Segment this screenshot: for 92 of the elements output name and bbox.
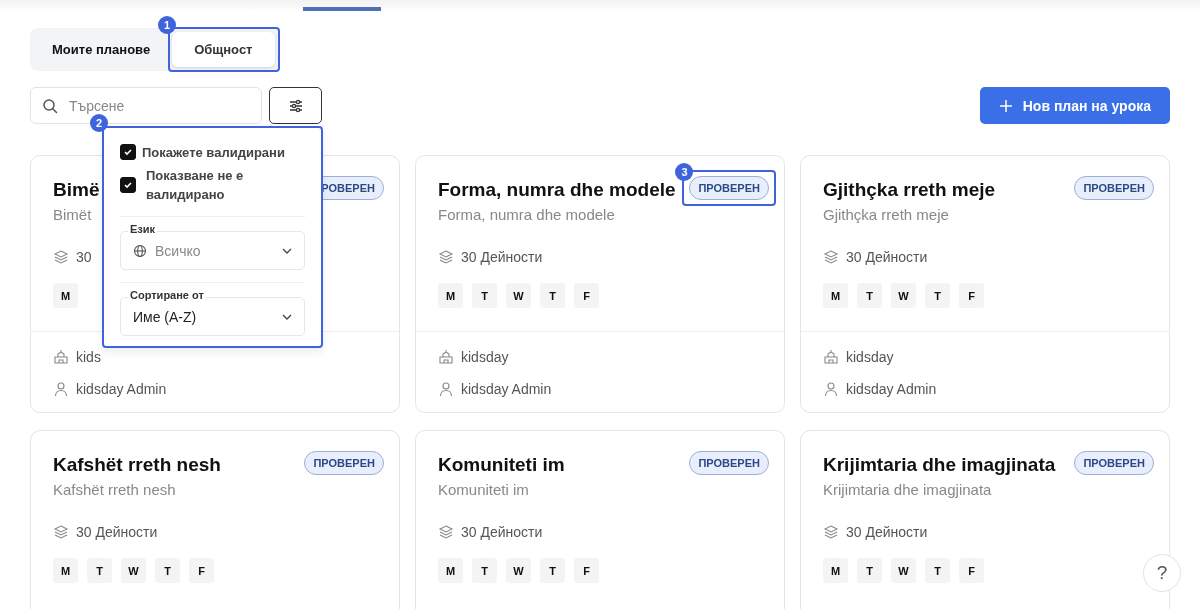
activity-count: 30 Дейности — [76, 524, 158, 540]
card-subtitle: Komuniteti im — [438, 481, 530, 498]
weekday-chip: F — [959, 283, 984, 308]
card-title: Krijimtaria dhe imagjinata — [823, 454, 1056, 476]
weekday-chip: T — [925, 558, 950, 583]
plus-icon — [998, 98, 1013, 113]
weekday-chip: M — [823, 283, 848, 308]
status-badge: ПРОВЕРЕН — [304, 451, 384, 475]
user-icon — [823, 381, 839, 397]
author-name: kidsday Admin — [846, 381, 937, 397]
weekday-chip: T — [87, 558, 112, 583]
lesson-plan-card[interactable]: Gjithçka rreth meje Gjithçka rreth meje ПРОВЕРЕН 30 Дейности M T W T F kidsday kidsday Admin — [800, 155, 1170, 413]
weekday-chip: F — [574, 558, 599, 583]
weekday-chip: T — [857, 283, 882, 308]
check-icon — [123, 180, 133, 190]
layers-icon — [823, 524, 839, 540]
card-subtitle: Gjithçka rreth meje — [823, 206, 950, 223]
new-plan-button[interactable]: Нов план на урока — [979, 87, 1170, 124]
globe-icon — [133, 243, 147, 258]
dropdown-label: Сортиране от — [128, 289, 206, 301]
checkbox[interactable] — [120, 144, 136, 160]
author-name: kidsday Admin — [76, 381, 167, 397]
status-badge: ПРОВЕРЕН — [689, 176, 769, 200]
checkbox-label: Покажете валидирани — [142, 144, 285, 160]
weekday-chip: T — [472, 283, 497, 308]
school-icon — [438, 349, 454, 365]
checkbox-label: Показване не е валидирано — [146, 167, 245, 204]
tab[interactable]: Общност — [172, 32, 275, 67]
layers-icon — [53, 524, 69, 540]
card-title: Forma, numra dhe modele — [438, 179, 676, 201]
weekday-chip: T — [472, 558, 497, 583]
organization-name: kidsday — [461, 349, 509, 365]
weekday-chip: M — [438, 283, 463, 308]
weekday-chip: M — [438, 558, 463, 583]
dropdown-value: Име (A-Z) — [133, 308, 198, 325]
weekday-chip: F — [959, 558, 984, 583]
lesson-plan-card[interactable]: Komuniteti im Komuniteti im ПРОВЕРЕН 30 Дейности M T W T F — [415, 430, 785, 609]
school-icon — [823, 349, 839, 365]
organization-name: kids — [76, 349, 101, 365]
tab[interactable]: Моите планове — [34, 32, 169, 67]
layers-icon — [438, 524, 454, 540]
status-badge: ПРОВЕРЕН — [689, 451, 769, 475]
weekday-chip: W — [506, 558, 531, 583]
lesson-plan-card[interactable]: Forma, numra dhe modele Forma, numra dhe modele ПРОВЕРЕН 3 30 Дейности M T W T F kidsday kidsday Admin — [415, 155, 785, 413]
weekday-chip: T — [155, 558, 180, 583]
weekday-chip: W — [891, 283, 916, 308]
weekday-chip: T — [540, 558, 565, 583]
weekday-chip: M — [823, 558, 848, 583]
weekday-chip: F — [574, 283, 599, 308]
activity-count: 30 — [76, 249, 92, 265]
activity-count: 30 Дейности — [461, 249, 543, 265]
school-icon — [53, 349, 69, 365]
weekday-chip: T — [857, 558, 882, 583]
weekday-chip: W — [891, 558, 916, 583]
chevron-down-icon — [282, 313, 292, 320]
card-subtitle: Kafshët rreth nesh — [53, 481, 177, 498]
status-badge: ПРОВЕРЕН — [1074, 176, 1154, 200]
filter-button[interactable] — [269, 87, 322, 124]
weekday-chip: T — [540, 283, 565, 308]
activity-count: 30 Дейности — [846, 249, 928, 265]
step-number-badge: 2 — [90, 114, 108, 132]
weekday-chip: M — [53, 558, 78, 583]
card-subtitle: Forma, numra dhe modele — [438, 206, 616, 223]
weekday-chip: M — [53, 283, 78, 308]
step-number-badge: 1 — [158, 16, 177, 34]
card-subtitle: Krijimtaria dhe imagjinata — [823, 481, 993, 498]
lesson-plan-card[interactable]: Kafshët rreth nesh Kafshët rreth nesh ПРОВЕРЕН 30 Дейности M T W T F — [30, 430, 400, 609]
weekday-chip: T — [925, 283, 950, 308]
status-badge: ПРОВЕРЕН — [1074, 451, 1154, 475]
layers-icon — [823, 249, 839, 265]
card-title: Kafshët rreth nesh — [53, 454, 221, 476]
card-title: Bimë — [53, 179, 100, 201]
step-number-badge: 3 — [675, 163, 694, 181]
chevron-down-icon — [282, 247, 292, 254]
dropdown-placeholder: Всичко — [155, 242, 202, 259]
check-icon — [123, 147, 133, 157]
layers-icon — [53, 249, 69, 265]
author-name: kidsday Admin — [461, 381, 552, 397]
weekday-chip: W — [121, 558, 146, 583]
activity-count: 30 Дейности — [461, 524, 543, 540]
user-icon — [438, 381, 454, 397]
activity-count: 30 Дейности — [846, 524, 928, 540]
card-title: Gjithçka rreth meje — [823, 179, 996, 201]
card-subtitle: Bimët — [53, 206, 93, 223]
weekday-chip: F — [189, 558, 214, 583]
weekday-chip: W — [506, 283, 531, 308]
card-title: Komuniteti im — [438, 454, 565, 476]
dropdown-label: Език — [128, 223, 158, 235]
checkbox[interactable] — [120, 177, 136, 193]
organization-name: kidsday — [846, 349, 894, 365]
user-icon — [53, 381, 69, 397]
layers-icon — [438, 249, 454, 265]
